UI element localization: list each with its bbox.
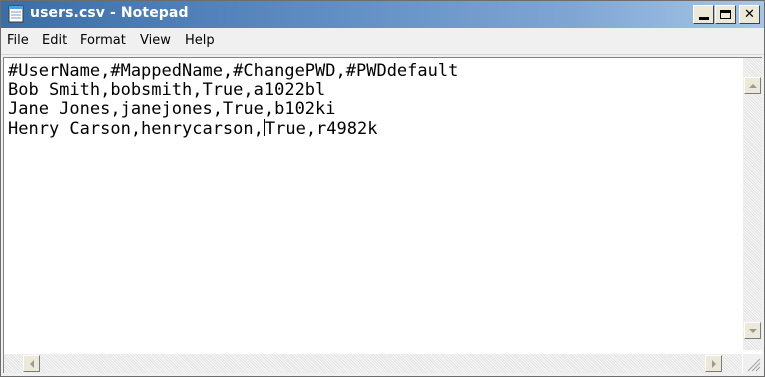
menu-bar: File Edit Format View Help bbox=[1, 28, 764, 55]
window-title: users.csv - Notepad bbox=[30, 5, 189, 21]
notepad-icon bbox=[8, 5, 24, 23]
scroll-right-button[interactable] bbox=[705, 355, 722, 372]
minimize-icon bbox=[698, 17, 709, 20]
scroll-down-icon bbox=[748, 328, 757, 333]
close-button[interactable]: ✕ bbox=[739, 5, 760, 24]
text-line-1: #UserName,#MappedName,#ChangePWD,#PWDdef… bbox=[8, 61, 459, 81]
horizontal-scrollbar[interactable] bbox=[4, 354, 742, 373]
text-line-2: Bob Smith,bobsmith,True,a1022bl bbox=[8, 80, 326, 100]
text-line-4-after-caret: True,r4982k bbox=[264, 119, 378, 139]
scroll-down-button[interactable] bbox=[744, 322, 761, 339]
maximize-icon bbox=[720, 10, 731, 19]
menu-format[interactable]: Format bbox=[80, 33, 126, 48]
menu-file[interactable]: File bbox=[7, 33, 29, 48]
menu-edit[interactable]: Edit bbox=[42, 33, 67, 48]
text-line-4-before-caret: Henry Carson,henrycarson, bbox=[8, 119, 264, 139]
menu-help[interactable]: Help bbox=[185, 33, 215, 48]
size-grip-icon[interactable] bbox=[743, 354, 762, 373]
notepad-window: users.csv - Notepad ✕ File Edit Format V… bbox=[0, 0, 765, 377]
vertical-scrollbar[interactable] bbox=[743, 58, 762, 350]
title-bar[interactable]: users.csv - Notepad ✕ bbox=[1, 1, 764, 28]
maximize-button[interactable] bbox=[715, 5, 736, 24]
text-line-3: Jane Jones,janejones,True,b102ki bbox=[8, 99, 336, 119]
text-line-4: Henry Carson,henrycarson,True,r4982k bbox=[8, 119, 458, 139]
text-editor[interactable]: #UserName,#MappedName,#ChangePWD,#PWDdef… bbox=[3, 57, 762, 373]
minimize-button[interactable] bbox=[693, 5, 714, 24]
menu-view[interactable]: View bbox=[140, 33, 171, 48]
scroll-up-icon bbox=[748, 83, 757, 88]
scroll-up-button[interactable] bbox=[744, 77, 761, 94]
scroll-right-icon bbox=[711, 359, 716, 368]
scroll-left-icon bbox=[29, 359, 34, 368]
scroll-left-button[interactable] bbox=[23, 355, 40, 372]
editor-content[interactable]: #UserName,#MappedName,#ChangePWD,#PWDdef… bbox=[8, 61, 459, 139]
close-icon: ✕ bbox=[744, 7, 755, 22]
